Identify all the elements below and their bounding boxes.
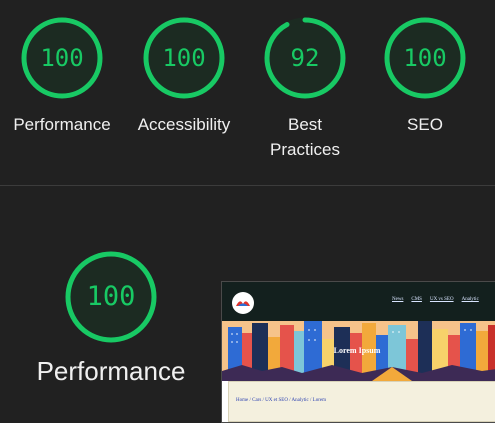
gauge-score: 100	[40, 44, 84, 72]
screenshot-breadcrumb: Home / Cars / UX et SEO / Analytic / Lor…	[236, 398, 326, 403]
screenshot-nav-links: News CMS UX vs SEO Analytic	[392, 297, 479, 302]
category-scores: 100 Performance 100 Accessibility 92 Bes…	[0, 0, 495, 185]
screenshot-navbar: News CMS UX vs SEO Analytic	[222, 282, 495, 321]
gauge-label: Performance	[13, 115, 111, 134]
performance-gauge: 100	[64, 250, 158, 344]
gauge-label: SEO	[407, 115, 443, 134]
screenshot-hero-title: Lorem Ipsum	[333, 346, 381, 355]
gauge-label: Best Practices	[243, 112, 367, 162]
gauge-accessibility[interactable]: 100 Accessibility	[122, 16, 246, 137]
divider	[0, 185, 495, 186]
gauge-score: 100	[162, 44, 206, 72]
gauge-score: 100	[403, 44, 447, 72]
gauge-label-line: Practices	[270, 140, 340, 159]
page-screenshot-thumbnail[interactable]: News CMS UX vs SEO Analytic Lorem Ipsum …	[221, 281, 495, 423]
gauge-score: 100	[86, 281, 136, 312]
section-title: Performance	[36, 356, 186, 386]
gauge-score: 92	[290, 44, 320, 72]
site-logo	[232, 292, 254, 314]
gauge-seo[interactable]: 100 SEO	[363, 16, 487, 137]
gauge-label: Accessibility	[137, 115, 231, 134]
gauge-performance[interactable]: 100 Performance	[0, 16, 124, 137]
gauge-best-practices[interactable]: 92 Best Practices	[243, 16, 367, 162]
gauge-label-line: Best	[287, 115, 323, 134]
